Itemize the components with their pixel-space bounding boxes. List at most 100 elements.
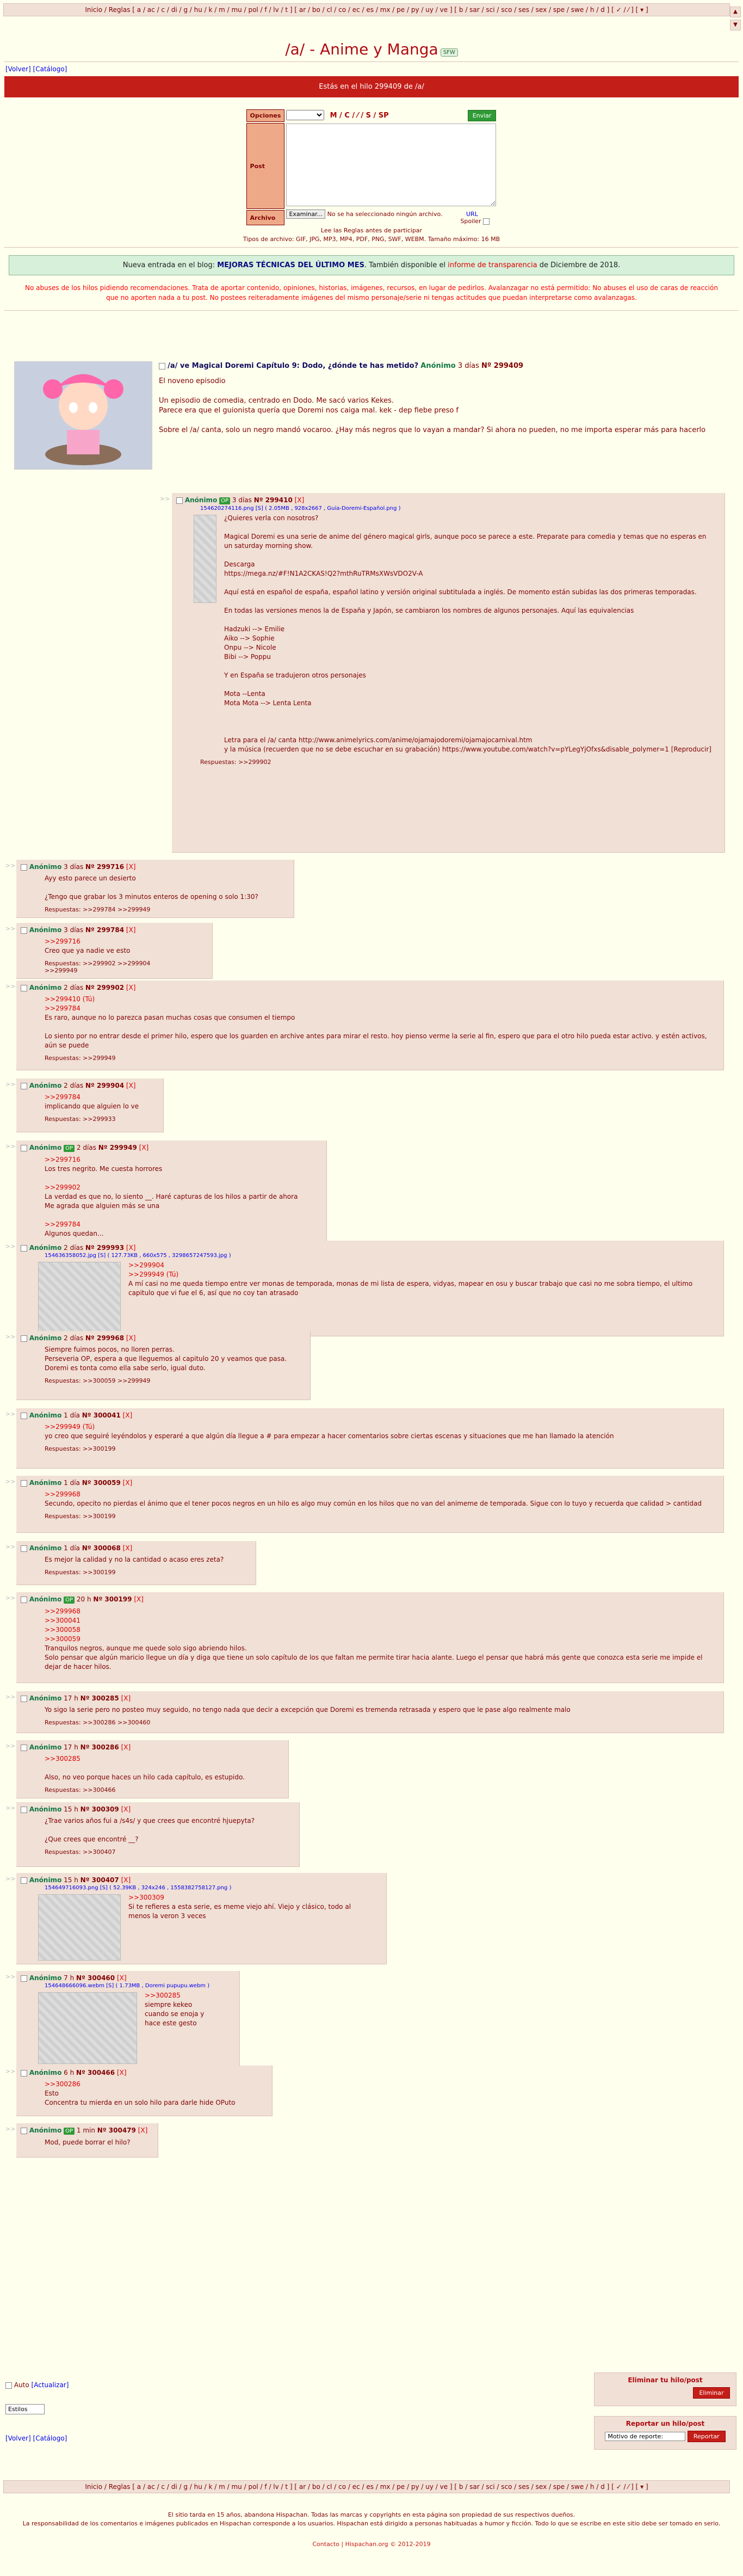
hide-post-button[interactable]: [X] — [123, 1479, 133, 1487]
options-select[interactable] — [286, 110, 325, 120]
op-number[interactable]: Nº 299409 — [481, 362, 523, 370]
board-nav-bottom[interactable]: Inicio / Reglas [ a / ac / c / di / g / … — [3, 2480, 730, 2493]
backlinks[interactable]: Respuestas: >>300407 — [16, 1846, 299, 1860]
reply-checkbox[interactable] — [21, 864, 27, 871]
backlinks[interactable]: Respuestas: >>300059 >>299949 — [16, 1375, 310, 1389]
backlinks[interactable]: Respuestas: >>300199 — [16, 1443, 723, 1457]
post-line[interactable]: >>299716 — [45, 1155, 298, 1164]
post-number[interactable]: Nº 300285 — [81, 1694, 119, 1702]
hide-post-button[interactable]: [X] — [126, 1082, 136, 1089]
post-line[interactable]: >>300285 — [45, 1754, 245, 1764]
hide-post-button[interactable]: [X] — [121, 1694, 131, 1702]
op-checkbox[interactable] — [159, 362, 165, 369]
hide-post-button[interactable]: [X] — [126, 1334, 136, 1342]
post-number[interactable]: Nº 299902 — [85, 984, 124, 991]
reply-checkbox[interactable] — [21, 1335, 27, 1342]
style-select[interactable]: Estilos — [5, 2404, 45, 2414]
post-line[interactable]: >>299784 — [45, 1093, 139, 1102]
hide-post-button[interactable]: [X] — [126, 1244, 136, 1252]
post-textarea[interactable] — [286, 124, 497, 206]
file-info[interactable]: 154649716093.png [S] ( 52.39KB , 324x246… — [16, 1885, 386, 1891]
backlinks[interactable]: Respuestas: >>299933 — [16, 1113, 163, 1127]
reply-checkbox[interactable] — [21, 2069, 27, 2076]
reply-checkbox[interactable] — [21, 1545, 27, 1552]
post-number[interactable]: Nº 299716 — [85, 863, 124, 871]
hide-post-button[interactable]: [X] — [126, 863, 136, 871]
post-line[interactable]: >>299716 — [45, 937, 130, 946]
post-number[interactable]: Nº 300199 — [93, 1595, 132, 1603]
backlinks[interactable]: Respuestas: >>300199 — [16, 1511, 723, 1524]
post-line[interactable]: >>299968 — [45, 1607, 710, 1616]
backlinks[interactable]: Respuestas: >>300199 — [16, 1567, 256, 1580]
report-button[interactable]: Reportar — [687, 2431, 726, 2442]
backlinks[interactable]: Respuestas: >>300466 — [16, 1784, 288, 1798]
bottom-links[interactable]: [Volver] [Catálogo] — [5, 2435, 67, 2442]
post-number[interactable]: Nº 300466 — [76, 2069, 115, 2076]
reply-checkbox[interactable] — [21, 1975, 27, 1982]
reply-checkbox[interactable] — [21, 1596, 27, 1603]
report-select[interactable]: Motivo de reporte: — [605, 2432, 686, 2441]
scroll-up-icon[interactable]: ▲ — [730, 7, 741, 17]
update-link[interactable]: [Actualizar] — [32, 2381, 69, 2389]
hide-post-button[interactable]: [X] — [117, 1974, 127, 1982]
post-number[interactable]: Nº 300309 — [81, 1805, 119, 1813]
nsfw-links[interactable]: M / C / ⁄ / S / SP — [330, 112, 389, 120]
post-thumbnail[interactable] — [194, 515, 216, 603]
post-line[interactable]: >>300285 — [145, 1991, 204, 2000]
post-thumbnail[interactable] — [38, 1262, 121, 1333]
post-line[interactable]: >>299949 (Tú) — [128, 1270, 710, 1279]
reply-checkbox[interactable] — [21, 1806, 27, 1813]
post-number[interactable]: Nº 299993 — [85, 1244, 124, 1252]
post-line[interactable]: >>299784 — [45, 1220, 298, 1229]
post-number[interactable]: Nº 299410 — [254, 496, 293, 504]
post-line[interactable]: >>299784 — [45, 1004, 710, 1013]
scroll-down-icon[interactable]: ▼ — [730, 20, 741, 30]
post-line[interactable]: >>300286 — [45, 2080, 235, 2089]
post-line[interactable]: >>300309 — [128, 1893, 373, 1902]
hide-post-button[interactable]: [X] — [139, 1144, 149, 1151]
url-link[interactable]: URL — [466, 211, 478, 218]
board-nav[interactable]: Inicio / Reglas [ a / ac / c / di / g / … — [3, 3, 730, 16]
hide-post-button[interactable]: [X] — [295, 496, 305, 504]
footer-contact[interactable]: Contacto | Hispachan.org © 2012-2019 — [0, 2540, 743, 2549]
backlinks[interactable]: Respuestas: >>299902 >>299904 >>299949 — [16, 958, 212, 978]
op-image[interactable] — [14, 361, 152, 470]
reply-checkbox[interactable] — [21, 1412, 27, 1419]
file-info[interactable]: 154620274116.png [S] ( 2.05MB , 928x2667… — [172, 506, 725, 511]
post-line[interactable]: >>299968 — [45, 1490, 702, 1499]
reply-checkbox[interactable] — [176, 497, 183, 504]
post-line[interactable]: >>299410 (Tú) — [45, 995, 710, 1004]
reply-checkbox[interactable] — [21, 984, 27, 991]
post-thumbnail[interactable] — [38, 1992, 137, 2064]
auto-checkbox[interactable] — [5, 2382, 12, 2389]
post-line[interactable]: >>299904 — [128, 1261, 710, 1270]
hide-post-button[interactable]: [X] — [126, 984, 136, 991]
reply-checkbox[interactable] — [21, 927, 27, 934]
post-line[interactable]: >>300041 — [45, 1616, 710, 1625]
post-number[interactable]: Nº 299968 — [85, 1334, 124, 1342]
hide-post-button[interactable]: [X] — [123, 1412, 133, 1419]
hide-post-button[interactable]: [X] — [121, 1805, 131, 1813]
post-number[interactable]: Nº 299784 — [85, 926, 124, 934]
backlinks[interactable]: Respuestas: >>299902 — [172, 756, 725, 770]
post-number[interactable]: Nº 300479 — [97, 2127, 136, 2134]
browse-button[interactable]: Examinar... — [286, 209, 326, 219]
send-button[interactable]: Enviar — [467, 110, 497, 121]
post-number[interactable]: Nº 300460 — [76, 1974, 115, 1982]
hide-post-button[interactable]: [X] — [117, 2069, 127, 2076]
post-number[interactable]: Nº 300059 — [82, 1479, 121, 1487]
reply-checkbox[interactable] — [21, 1877, 27, 1884]
reply-checkbox[interactable] — [21, 1695, 27, 1702]
file-info[interactable]: 154636358052.jpg [S] ( 127.73KB , 660x57… — [16, 1253, 723, 1259]
hide-post-button[interactable]: [X] — [134, 1595, 144, 1603]
post-number[interactable]: Nº 300068 — [82, 1544, 121, 1552]
post-number[interactable]: Nº 299949 — [98, 1144, 137, 1151]
hide-post-button[interactable]: [X] — [126, 926, 136, 934]
reply-checkbox[interactable] — [21, 1244, 27, 1252]
hide-post-button[interactable]: [X] — [121, 1743, 131, 1751]
post-number[interactable]: Nº 299904 — [85, 1082, 124, 1089]
post-line[interactable]: >>299902 — [45, 1183, 298, 1192]
reply-checkbox[interactable] — [21, 1144, 27, 1151]
reply-checkbox[interactable] — [21, 1082, 27, 1089]
post-line[interactable]: >>299949 (Tú) — [45, 1422, 614, 1432]
